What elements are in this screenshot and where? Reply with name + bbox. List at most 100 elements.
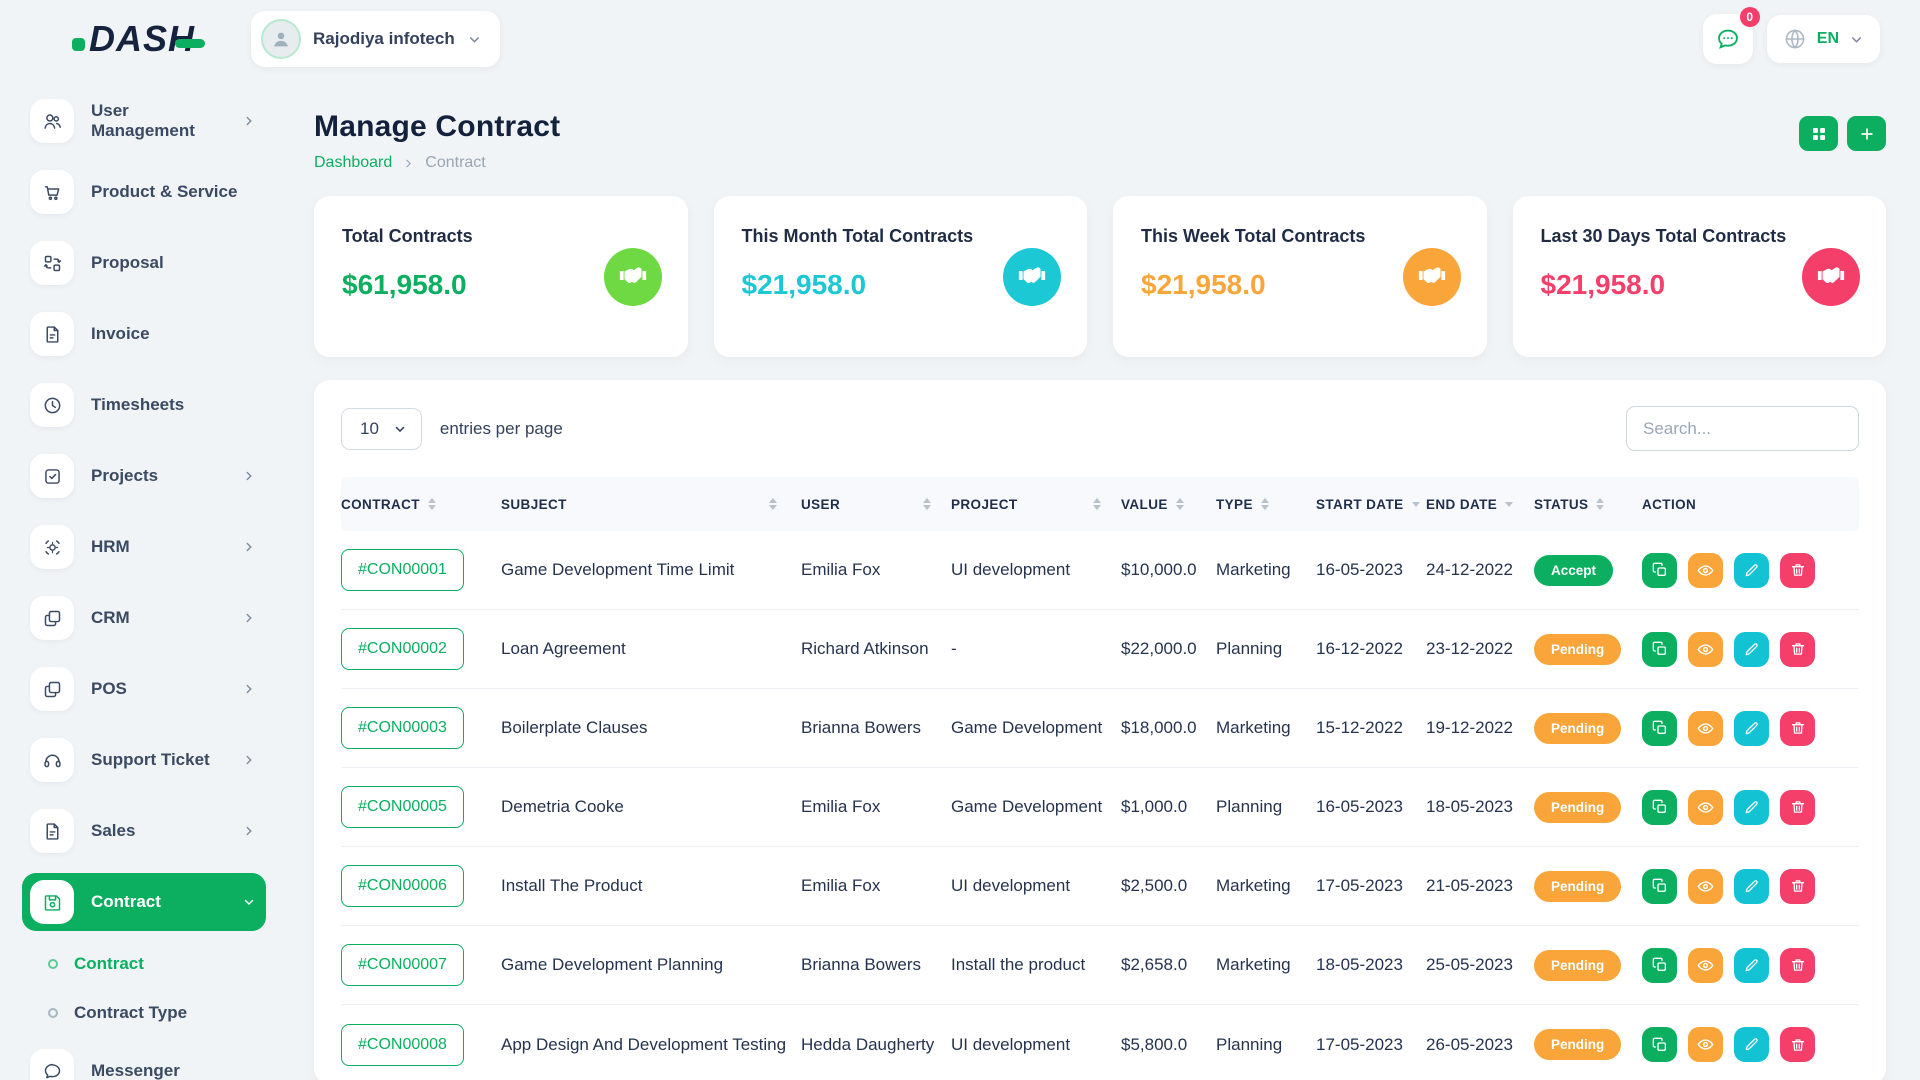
edit-button[interactable] xyxy=(1734,790,1769,825)
column-header-user[interactable]: User xyxy=(801,497,951,512)
duplicate-button[interactable] xyxy=(1642,711,1677,746)
cell-subject: App Design And Development Testing xyxy=(501,1035,801,1055)
sidebar-item-sales[interactable]: Sales xyxy=(22,802,266,860)
sidebar-item-pos[interactable]: POS xyxy=(22,660,266,718)
sort-icon xyxy=(769,498,777,510)
edit-button[interactable] xyxy=(1734,553,1769,588)
sidebar-item-user-management[interactable]: User Management xyxy=(22,92,266,150)
view-button[interactable] xyxy=(1688,553,1723,588)
cell-type: Marketing xyxy=(1216,718,1316,738)
company-selector[interactable]: Rajodiya infotech xyxy=(251,11,500,67)
chevron-right-icon xyxy=(242,824,256,838)
sidebar-item-projects[interactable]: Projects xyxy=(22,447,266,505)
contract-id-badge[interactable]: #CON00007 xyxy=(341,944,464,986)
delete-button[interactable] xyxy=(1780,869,1815,904)
view-button[interactable] xyxy=(1688,790,1723,825)
add-contract-button[interactable] xyxy=(1847,116,1886,151)
cell-start-date: 18-05-2023 xyxy=(1316,955,1426,975)
sidebar-item-hrm[interactable]: HRM xyxy=(22,518,266,576)
delete-button[interactable] xyxy=(1780,553,1815,588)
sidebar-item-proposal[interactable]: Proposal xyxy=(22,234,266,292)
cell-project: UI development xyxy=(951,1035,1121,1055)
sidebar-item-timesheets[interactable]: Timesheets xyxy=(22,376,266,434)
duplicate-button[interactable] xyxy=(1642,1027,1677,1062)
cell-end-date: 24-12-2022 xyxy=(1426,560,1534,580)
sidebar-item-label: Timesheets xyxy=(91,395,256,415)
handshake-icon xyxy=(1003,248,1061,306)
column-header-contract[interactable]: Contract xyxy=(341,497,501,512)
sidebar-subitem-contract-type[interactable]: Contract Type xyxy=(22,993,266,1033)
delete-button[interactable] xyxy=(1780,711,1815,746)
document-icon xyxy=(30,809,74,853)
column-header-end-date[interactable]: End Date xyxy=(1426,497,1534,512)
chevron-down-icon xyxy=(393,422,407,436)
search-input[interactable] xyxy=(1626,406,1859,451)
cell-start-date: 17-05-2023 xyxy=(1316,1035,1426,1055)
delete-button[interactable] xyxy=(1780,948,1815,983)
bullet-icon xyxy=(48,1008,58,1018)
view-button[interactable] xyxy=(1688,869,1723,904)
duplicate-button[interactable] xyxy=(1642,632,1677,667)
edit-button[interactable] xyxy=(1734,869,1769,904)
sidebar-item-contract[interactable]: Contract xyxy=(22,873,266,931)
sidebar-item-support-ticket[interactable]: Support Ticket xyxy=(22,731,266,789)
edit-button[interactable] xyxy=(1734,711,1769,746)
chat-icon xyxy=(30,1049,74,1080)
cell-end-date: 23-12-2022 xyxy=(1426,639,1534,659)
breadcrumb-dashboard-link[interactable]: Dashboard xyxy=(314,154,392,172)
chat-button[interactable]: 0 xyxy=(1703,14,1753,64)
edit-button[interactable] xyxy=(1734,948,1769,983)
eye-icon xyxy=(1697,720,1714,737)
delete-button[interactable] xyxy=(1780,632,1815,667)
delete-button[interactable] xyxy=(1780,790,1815,825)
cell-start-date: 16-05-2023 xyxy=(1316,560,1426,580)
plus-icon xyxy=(1858,125,1876,143)
sidebar-item-messenger[interactable]: Messenger xyxy=(22,1042,266,1080)
sidebar-item-invoice[interactable]: Invoice xyxy=(22,305,266,363)
contract-id-badge[interactable]: #CON00001 xyxy=(341,549,464,591)
chevron-right-icon xyxy=(402,157,415,170)
contract-id-badge[interactable]: #CON00002 xyxy=(341,628,464,670)
contract-id-badge[interactable]: #CON00006 xyxy=(341,865,464,907)
handshake-icon xyxy=(604,248,662,306)
stat-cards: Total Contracts $61,958.0 This Month Tot… xyxy=(314,196,1886,357)
contract-id-badge[interactable]: #CON00008 xyxy=(341,1024,464,1066)
language-selector[interactable]: EN xyxy=(1767,15,1880,63)
sidebar-subitem-contract[interactable]: Contract xyxy=(22,944,266,984)
view-button[interactable] xyxy=(1688,632,1723,667)
column-header-action: Action xyxy=(1642,497,1859,512)
table-row: #CON00005 Demetria Cooke Emilia Fox Game… xyxy=(341,768,1859,847)
view-button[interactable] xyxy=(1688,948,1723,983)
sort-icon xyxy=(428,498,436,510)
sidebar-item-product-service[interactable]: Product & Service xyxy=(22,163,266,221)
delete-button[interactable] xyxy=(1780,1027,1815,1062)
edit-button[interactable] xyxy=(1734,1027,1769,1062)
column-header-status[interactable]: Status xyxy=(1534,497,1642,512)
contract-id-badge[interactable]: #CON00005 xyxy=(341,786,464,828)
column-header-project[interactable]: Project xyxy=(951,497,1121,512)
status-badge: Pending xyxy=(1534,950,1621,981)
chevron-right-icon xyxy=(242,540,256,554)
view-button[interactable] xyxy=(1688,711,1723,746)
edit-button[interactable] xyxy=(1734,632,1769,667)
duplicate-button[interactable] xyxy=(1642,790,1677,825)
grid-view-button[interactable] xyxy=(1799,116,1838,151)
duplicate-button[interactable] xyxy=(1642,869,1677,904)
duplicate-button[interactable] xyxy=(1642,553,1677,588)
cell-start-date: 16-12-2022 xyxy=(1316,639,1426,659)
copy-icon xyxy=(1652,641,1668,657)
sidebar-item-crm[interactable]: CRM xyxy=(22,589,266,647)
column-header-subject[interactable]: Subject xyxy=(501,497,801,512)
duplicate-button[interactable] xyxy=(1642,948,1677,983)
cell-start-date: 15-12-2022 xyxy=(1316,718,1426,738)
column-header-value[interactable]: Value xyxy=(1121,497,1216,512)
sidebar-item-label: Invoice xyxy=(91,324,256,344)
entries-per-page-select[interactable]: 10 xyxy=(341,408,422,450)
contract-id-badge[interactable]: #CON00003 xyxy=(341,707,464,749)
sort-icon xyxy=(1093,498,1101,510)
topbar-right: 0 EN xyxy=(1703,14,1880,64)
column-header-type[interactable]: Type xyxy=(1216,497,1316,512)
cell-start-date: 17-05-2023 xyxy=(1316,876,1426,896)
view-button[interactable] xyxy=(1688,1027,1723,1062)
column-header-start-date[interactable]: Start Date xyxy=(1316,497,1426,512)
